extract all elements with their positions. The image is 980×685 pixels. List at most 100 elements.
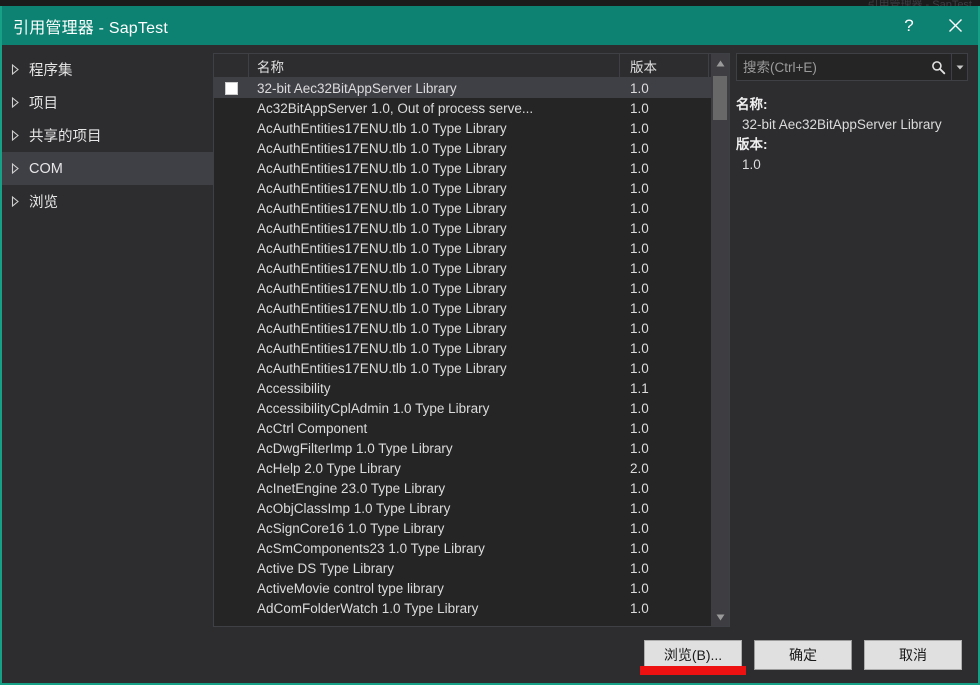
row-name-cell: AdComFolderWatch 1.0 Type Library [249, 601, 620, 616]
sidebar-item-browse[interactable]: 浏览 [2, 185, 213, 218]
table-row[interactable]: AcAuthEntities17ENU.tlb 1.0 Type Library… [214, 238, 729, 258]
dialog-title: 引用管理器 - SapTest [2, 14, 168, 38]
table-row[interactable]: AcHelp 2.0 Type Library2.0 [214, 458, 729, 478]
table-row[interactable]: AcAuthEntities17ENU.tlb 1.0 Type Library… [214, 178, 729, 198]
row-checkbox[interactable] [225, 82, 238, 95]
row-name-cell: AcAuthEntities17ENU.tlb 1.0 Type Library [249, 181, 620, 196]
row-version-cell: 1.0 [620, 521, 709, 536]
table-row[interactable]: AdComFolderWatch 1.0 Type Library1.0 [214, 598, 729, 618]
sidebar-item-projects[interactable]: 项目 [2, 86, 213, 119]
table-row[interactable]: AcDwgFilterImp 1.0 Type Library1.0 [214, 438, 729, 458]
table-row[interactable]: AcAuthEntities17ENU.tlb 1.0 Type Library… [214, 118, 729, 138]
table-row[interactable]: AcObjClassImp 1.0 Type Library1.0 [214, 498, 729, 518]
row-name-cell: AcAuthEntities17ENU.tlb 1.0 Type Library [249, 281, 620, 296]
table-row[interactable]: AcAuthEntities17ENU.tlb 1.0 Type Library… [214, 198, 729, 218]
row-name-cell: AcInetEngine 23.0 Type Library [249, 481, 620, 496]
sidebar-item-shared-projects[interactable]: 共享的项目 [2, 119, 213, 152]
row-name-cell: AcAuthEntities17ENU.tlb 1.0 Type Library [249, 241, 620, 256]
row-version-cell: 1.0 [620, 101, 709, 116]
row-checkbox-cell[interactable] [214, 82, 249, 95]
component-list: 名称 版本 32-bit Aec32BitAppServer Library1.… [213, 53, 730, 627]
sidebar-item-label: COM [29, 161, 63, 177]
chevron-right-icon [11, 130, 29, 141]
table-row[interactable]: AcAuthEntities17ENU.tlb 1.0 Type Library… [214, 338, 729, 358]
detail-version-label: 版本: [736, 135, 968, 155]
sidebar-item-assemblies[interactable]: 程序集 [2, 53, 213, 86]
ok-button[interactable]: 确定 [754, 640, 852, 670]
cancel-button-label: 取消 [899, 645, 927, 665]
table-row[interactable]: AcAuthEntities17ENU.tlb 1.0 Type Library… [214, 138, 729, 158]
search-input[interactable] [737, 60, 925, 75]
list-rows: 32-bit Aec32BitAppServer Library1.0Ac32B… [214, 78, 729, 626]
search-icon[interactable] [925, 60, 951, 75]
header-version-column[interactable]: 版本 [620, 54, 709, 77]
row-name-cell: AcSmComponents23 1.0 Type Library [249, 541, 620, 556]
table-row[interactable]: AcAuthEntities17ENU.tlb 1.0 Type Library… [214, 278, 729, 298]
browse-button[interactable]: 浏览(B)... [644, 640, 742, 670]
help-button[interactable]: ? [886, 6, 932, 45]
row-version-cell: 1.0 [620, 281, 709, 296]
table-row[interactable]: 32-bit Aec32BitAppServer Library1.0 [214, 78, 729, 98]
reference-manager-dialog: 引用管理器 - SapTest ? 程序集 [0, 6, 980, 685]
list-scrollbar[interactable] [711, 54, 729, 626]
header-name-column[interactable]: 名称 [249, 54, 620, 77]
table-row[interactable]: AcInetEngine 23.0 Type Library1.0 [214, 478, 729, 498]
row-version-cell: 1.0 [620, 221, 709, 236]
sidebar-item-label: 共享的项目 [29, 125, 102, 146]
row-name-cell: AcAuthEntities17ENU.tlb 1.0 Type Library [249, 341, 620, 356]
row-version-cell: 1.0 [620, 181, 709, 196]
selected-item-details: 名称: 32-bit Aec32BitAppServer Library 版本:… [736, 95, 968, 175]
row-name-cell: AcAuthEntities17ENU.tlb 1.0 Type Library [249, 221, 620, 236]
table-row[interactable]: AcAuthEntities17ENU.tlb 1.0 Type Library… [214, 358, 729, 378]
row-version-cell: 1.0 [620, 441, 709, 456]
row-name-cell: AcDwgFilterImp 1.0 Type Library [249, 441, 620, 456]
search-dropdown-chevron-down-icon[interactable] [951, 54, 967, 80]
sidebar-item-label: 浏览 [29, 191, 58, 212]
row-name-cell: AcAuthEntities17ENU.tlb 1.0 Type Library [249, 301, 620, 316]
sidebar-item-com[interactable]: COM [2, 152, 213, 185]
scroll-up-arrow-icon[interactable] [711, 54, 729, 72]
detail-version-value: 1.0 [736, 155, 968, 175]
table-row[interactable]: Active DS Type Library1.0 [214, 558, 729, 578]
chevron-right-icon [11, 64, 29, 75]
row-version-cell: 1.0 [620, 581, 709, 596]
window-controls: ? [886, 6, 978, 45]
table-row[interactable]: Ac32BitAppServer 1.0, Out of process ser… [214, 98, 729, 118]
cancel-button[interactable]: 取消 [864, 640, 962, 670]
table-row[interactable]: AcAuthEntities17ENU.tlb 1.0 Type Library… [214, 298, 729, 318]
row-name-cell: AcAuthEntities17ENU.tlb 1.0 Type Library [249, 321, 620, 336]
row-version-cell: 1.0 [620, 421, 709, 436]
chevron-right-icon [11, 97, 29, 108]
row-version-cell: 1.0 [620, 561, 709, 576]
row-name-cell: 32-bit Aec32BitAppServer Library [249, 81, 620, 96]
row-name-cell: AcObjClassImp 1.0 Type Library [249, 501, 620, 516]
table-row[interactable]: AcSmComponents23 1.0 Type Library1.0 [214, 538, 729, 558]
table-row[interactable]: AcAuthEntities17ENU.tlb 1.0 Type Library… [214, 158, 729, 178]
table-row[interactable]: AcAuthEntities17ENU.tlb 1.0 Type Library… [214, 318, 729, 338]
row-version-cell: 1.0 [620, 501, 709, 516]
row-name-cell: AcAuthEntities17ENU.tlb 1.0 Type Library [249, 121, 620, 136]
scrollbar-thumb[interactable] [713, 76, 727, 120]
table-row[interactable]: AcCtrl Component1.0 [214, 418, 729, 438]
row-version-cell: 1.0 [620, 141, 709, 156]
row-version-cell: 1.0 [620, 601, 709, 616]
table-row[interactable]: AcAuthEntities17ENU.tlb 1.0 Type Library… [214, 218, 729, 238]
table-row[interactable]: AcAuthEntities17ENU.tlb 1.0 Type Library… [214, 258, 729, 278]
table-row[interactable]: Accessibility1.1 [214, 378, 729, 398]
row-name-cell: AcAuthEntities17ENU.tlb 1.0 Type Library [249, 261, 620, 276]
scroll-down-arrow-icon[interactable] [711, 608, 729, 626]
table-row[interactable]: ActiveMovie control type library1.0 [214, 578, 729, 598]
row-name-cell: AccessibilityCplAdmin 1.0 Type Library [249, 401, 620, 416]
row-name-cell: AcHelp 2.0 Type Library [249, 461, 620, 476]
header-check-column [214, 54, 249, 77]
table-row[interactable]: AccessibilityCplAdmin 1.0 Type Library1.… [214, 398, 729, 418]
search-box[interactable] [736, 53, 968, 81]
chevron-right-icon [11, 163, 29, 174]
close-button[interactable] [932, 6, 978, 45]
screen: 引用管理器 - SapTest 引用管理器 - SapTest ? [0, 0, 980, 685]
scrollbar-track[interactable] [711, 72, 729, 608]
row-name-cell: ActiveMovie control type library [249, 581, 620, 596]
table-row[interactable]: AcSignCore16 1.0 Type Library1.0 [214, 518, 729, 538]
browse-button-highlight-annotation [640, 666, 746, 675]
row-version-cell: 1.0 [620, 401, 709, 416]
